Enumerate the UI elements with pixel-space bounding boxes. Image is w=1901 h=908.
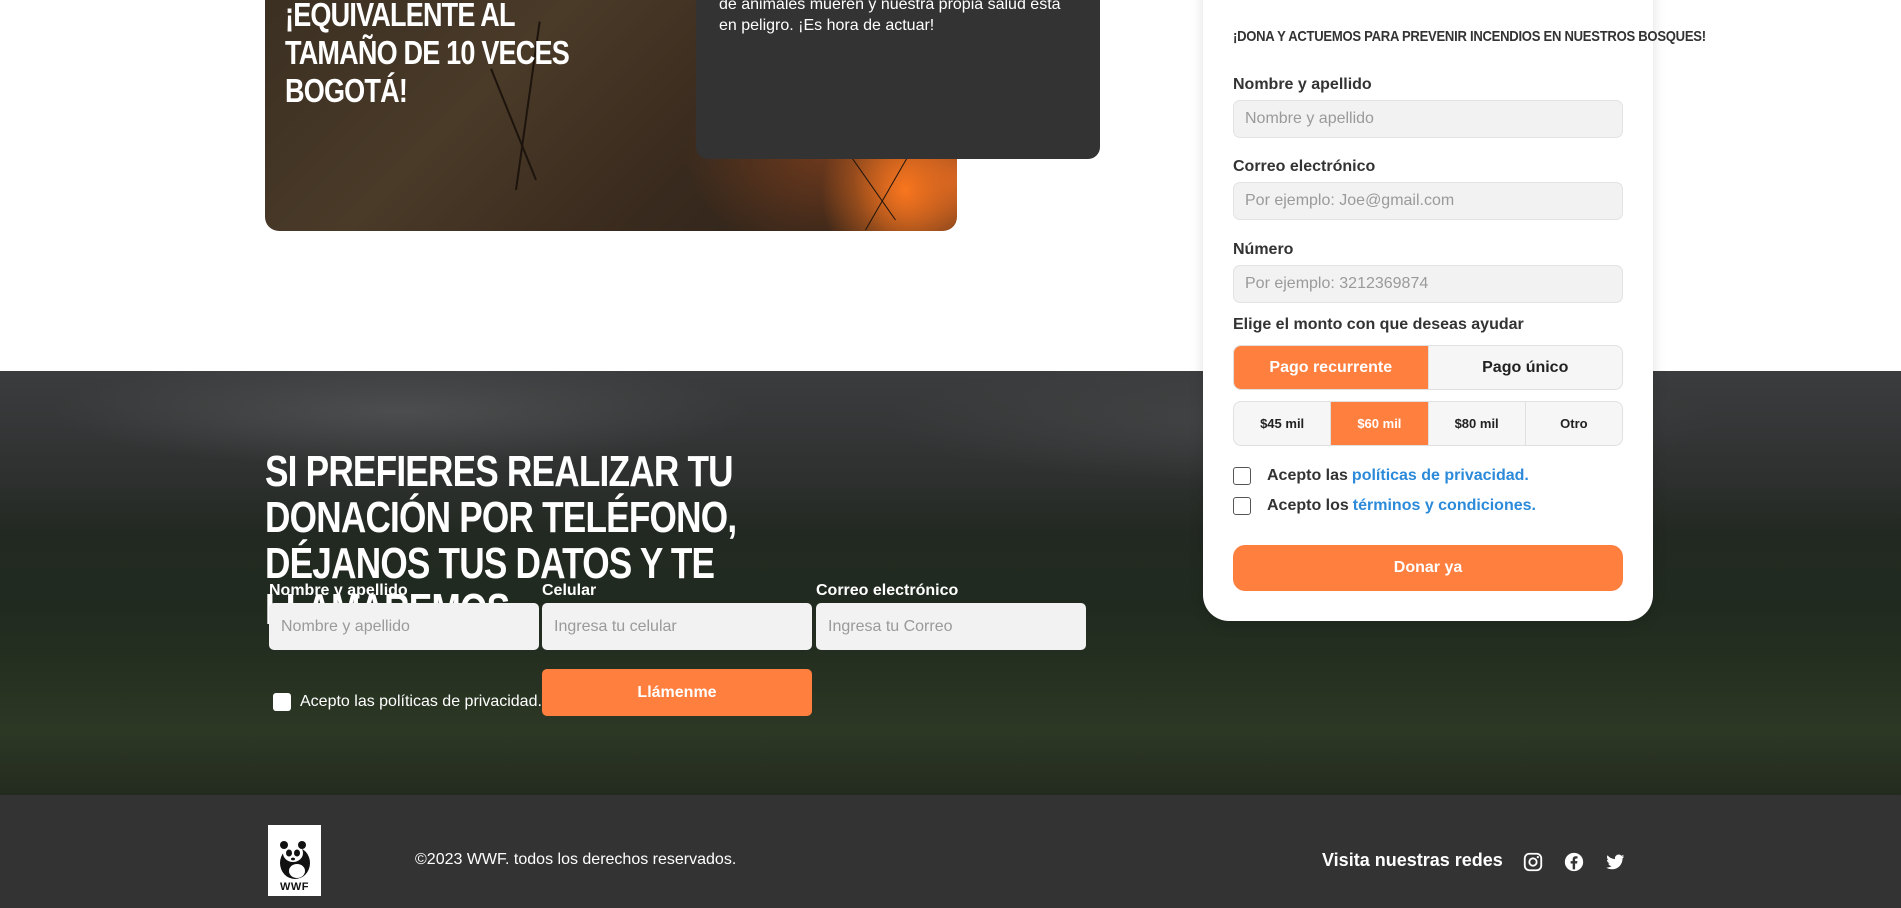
call-me-button[interactable]: Llámenme [542,669,812,716]
callback-privacy-text: Acepto las políticas de privacidad. [300,693,542,710]
amount-option-45[interactable]: $45 mil [1234,402,1332,445]
callback-phone-input[interactable] [542,603,812,650]
callback-email-input[interactable] [816,603,1086,650]
phone-input[interactable] [1233,265,1623,303]
privacy-prefix: Acepto las [1267,467,1348,484]
terms-consent: Acepto los términos y condiciones. [1233,497,1536,515]
footer: WWF ©2023 WWF. todos los derechos reserv… [0,795,1901,908]
donate-button[interactable]: Donar ya [1233,545,1623,591]
callback-phone-label: Celular [542,582,597,599]
terms-checkbox[interactable] [1233,497,1251,515]
amount-option-other[interactable]: Otro [1526,402,1622,445]
terms-link[interactable]: términos y condiciones. [1353,497,1536,515]
privacy-checkbox[interactable] [1233,467,1251,485]
hero-title: ¡Equivalente al tamaño de 10 veces Bogot… [285,0,570,109]
privacy-consent: Acepto las políticas de privacidad. [1233,467,1529,485]
twitter-icon[interactable] [1604,851,1626,873]
hero-text-card: de animales mueren y nuestra propia salu… [696,0,1100,159]
callback-name-input[interactable] [269,603,539,650]
socials-label: Visita nuestras redes [1322,850,1503,870]
name-label: Nombre y apellido [1233,76,1372,93]
email-label: Correo electrónico [1233,158,1376,175]
payment-type-selector: Pago recurrente Pago único [1233,345,1623,390]
name-input[interactable] [1233,100,1623,138]
donation-form: ¡Dona y actuemos para prevenir incendios… [1203,0,1706,621]
hero-card-text: de animales mueren y nuestra propia salu… [719,0,1061,34]
wwf-logo: WWF [268,825,321,896]
instagram-icon[interactable] [1522,851,1544,873]
donation-heading: ¡Dona y actuemos para prevenir incendios… [1233,28,1706,45]
callback-email-label: Correo electrónico [816,582,959,599]
amount-option-80[interactable]: $80 mil [1429,402,1526,445]
terms-prefix: Acepto los [1267,497,1349,514]
panda-icon [279,841,310,879]
payment-single-option[interactable]: Pago único [1429,346,1623,389]
phone-label: Número [1233,241,1294,258]
callback-privacy-consent: Acepto las políticas de privacidad. [273,693,542,711]
privacy-policy-link[interactable]: políticas de privacidad. [1352,467,1529,485]
callback-privacy-checkbox[interactable] [273,693,291,711]
amount-label: Elige el monto con que deseas ayudar [1233,316,1524,333]
logo-text: WWF [280,881,309,893]
email-input[interactable] [1233,182,1623,220]
copyright-text: ©2023 WWF. todos los derechos reservados… [415,851,737,868]
amount-option-60[interactable]: $60 mil [1331,402,1429,445]
payment-recurring-option[interactable]: Pago recurrente [1234,346,1429,389]
facebook-icon[interactable] [1563,851,1585,873]
amount-selector: $45 mil $60 mil $80 mil Otro [1233,401,1623,446]
callback-name-label: Nombre y apellido [269,582,408,599]
